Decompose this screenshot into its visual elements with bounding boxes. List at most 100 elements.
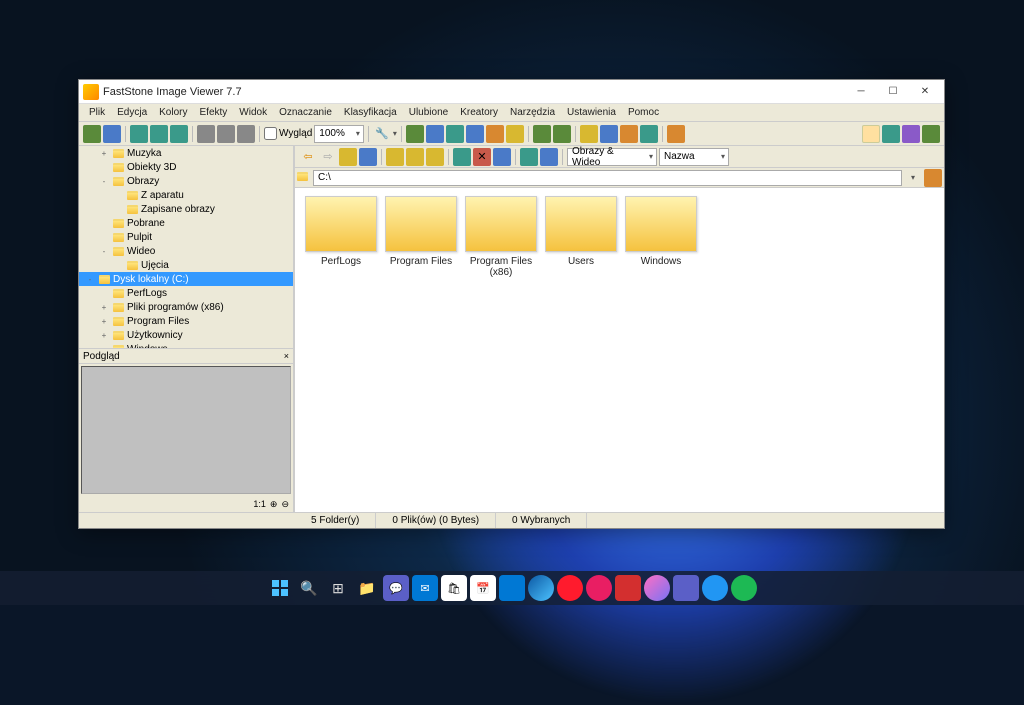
tree-node[interactable]: +Program Files — [79, 314, 293, 328]
tree-node[interactable]: Ujęcia — [79, 258, 293, 272]
tool9-icon[interactable] — [600, 125, 618, 143]
view-thumbnails-icon[interactable] — [862, 125, 880, 143]
zoom-out-icon[interactable]: ⊖ — [281, 499, 289, 510]
folder-item[interactable]: Windows — [623, 196, 699, 278]
tree-node[interactable]: -Dysk lokalny (C:) — [79, 272, 293, 286]
menu-klasyfikacja[interactable]: Klasyfikacja — [338, 105, 403, 120]
tree-expand-icon[interactable]: + — [99, 303, 109, 312]
start-button[interactable] — [267, 575, 293, 601]
tree-node[interactable]: +Muzyka — [79, 146, 293, 160]
tree-expand-icon[interactable]: - — [85, 275, 95, 284]
email-icon[interactable] — [580, 125, 598, 143]
folder-item[interactable]: PerfLogs — [303, 196, 379, 278]
file-grid[interactable]: PerfLogsProgram FilesProgram Files (x86)… — [295, 188, 944, 512]
zoom-dropdown[interactable]: 100% — [314, 125, 364, 143]
wrench-icon[interactable]: 🔧 — [373, 125, 391, 143]
menu-ulubione[interactable]: Ulubione — [403, 105, 454, 120]
slideshow-icon[interactable] — [406, 125, 424, 143]
undo-icon[interactable] — [197, 125, 215, 143]
folder-item[interactable]: Users — [543, 196, 619, 278]
save-icon[interactable] — [103, 125, 121, 143]
fullscreen-icon[interactable] — [922, 125, 940, 143]
mail-icon[interactable]: ✉ — [412, 575, 438, 601]
select2-icon[interactable] — [540, 148, 558, 166]
refresh-icon[interactable] — [453, 148, 471, 166]
delete-icon[interactable]: ✕ — [473, 148, 491, 166]
edge-icon[interactable] — [528, 575, 554, 601]
forward-icon[interactable]: ⇨ — [319, 148, 337, 166]
tree-node[interactable]: -Obrazy — [79, 174, 293, 188]
menu-efekty[interactable]: Efekty — [194, 105, 234, 120]
tree-node[interactable]: Obiekty 3D — [79, 160, 293, 174]
folder-item[interactable]: Program Files (x86) — [463, 196, 539, 278]
rotate-right-icon[interactable] — [553, 125, 571, 143]
opera-icon[interactable] — [557, 575, 583, 601]
paste-icon[interactable] — [150, 125, 168, 143]
view-list-icon[interactable] — [882, 125, 900, 143]
copy-icon[interactable] — [130, 125, 148, 143]
spotify-icon[interactable] — [731, 575, 757, 601]
tool5-icon[interactable] — [486, 125, 504, 143]
taskbar[interactable]: 🔍 ⊞ 📁 💬 ✉ 🛍 📅 — [0, 571, 1024, 605]
minimize-button[interactable]: ─ — [846, 82, 876, 102]
redo-icon[interactable] — [217, 125, 235, 143]
menu-kolory[interactable]: Kolory — [153, 105, 193, 120]
tree-expand-icon[interactable]: + — [99, 317, 109, 326]
folder-tree[interactable]: +MuzykaObiekty 3D-ObrazyZ aparatuZapisan… — [79, 146, 293, 348]
tree-expand-icon[interactable]: + — [99, 149, 109, 158]
compare-icon[interactable] — [426, 125, 444, 143]
sort-dropdown[interactable]: Nazwa — [659, 148, 729, 166]
tree-expand-icon[interactable]: - — [99, 177, 109, 186]
app-red-icon[interactable] — [615, 575, 641, 601]
menu-ustawienia[interactable]: Ustawienia — [561, 105, 622, 120]
print-icon[interactable] — [237, 125, 255, 143]
tool10-icon[interactable] — [620, 125, 638, 143]
preview-area[interactable] — [81, 366, 291, 494]
fav-icon[interactable] — [386, 148, 404, 166]
tree-node[interactable]: Pobrane — [79, 216, 293, 230]
titlebar[interactable]: FastStone Image Viewer 7.7 ─ ☐ ✕ — [79, 80, 944, 104]
tool3-icon[interactable] — [446, 125, 464, 143]
calendar-app-icon[interactable]: 📅 — [470, 575, 496, 601]
photos-icon[interactable] — [499, 575, 525, 601]
cut-icon[interactable] — [170, 125, 188, 143]
teams-icon[interactable] — [673, 575, 699, 601]
app-blue-icon[interactable] — [702, 575, 728, 601]
app-pink-icon[interactable] — [586, 575, 612, 601]
menu-narzedzia[interactable]: Narzędzia — [504, 105, 561, 120]
store-icon[interactable]: 🛍 — [441, 575, 467, 601]
back-icon[interactable]: ⇦ — [299, 148, 317, 166]
view-details-icon[interactable] — [902, 125, 920, 143]
settings-icon[interactable] — [667, 125, 685, 143]
fav2-icon[interactable] — [406, 148, 424, 166]
up-icon[interactable] — [339, 148, 357, 166]
menu-oznaczanie[interactable]: Oznaczanie — [273, 105, 338, 120]
messenger-icon[interactable] — [644, 575, 670, 601]
address-input[interactable] — [313, 170, 902, 186]
rotate-left-icon[interactable] — [533, 125, 551, 143]
tree-node[interactable]: +Użytkownicy — [79, 328, 293, 342]
explorer-icon[interactable]: 📁 — [354, 575, 380, 601]
select-icon[interactable] — [520, 148, 538, 166]
search-icon[interactable]: 🔍 — [296, 575, 322, 601]
tool4-icon[interactable] — [466, 125, 484, 143]
menu-pomoc[interactable]: Pomoc — [622, 105, 665, 120]
chat-icon[interactable]: 💬 — [383, 575, 409, 601]
fav3-icon[interactable] — [426, 148, 444, 166]
tree-node[interactable]: -Wideo — [79, 244, 293, 258]
menu-kreatory[interactable]: Kreatory — [454, 105, 504, 120]
maximize-button[interactable]: ☐ — [878, 82, 908, 102]
tree-node[interactable]: Z aparatu — [79, 188, 293, 202]
skin-checkbox[interactable] — [264, 127, 277, 140]
tree-expand-icon[interactable]: + — [99, 331, 109, 340]
filter-dropdown[interactable]: Obrazy & Wideo — [567, 148, 657, 166]
history-dropdown-icon[interactable]: ▾ — [904, 169, 922, 187]
menu-edycja[interactable]: Edycja — [111, 105, 153, 120]
tree-expand-icon[interactable]: - — [99, 247, 109, 256]
tool6-icon[interactable] — [506, 125, 524, 143]
props-icon[interactable] — [493, 148, 511, 166]
close-button[interactable]: ✕ — [910, 82, 940, 102]
tree-node[interactable]: PerfLogs — [79, 286, 293, 300]
folder-item[interactable]: Program Files — [383, 196, 459, 278]
home-icon[interactable] — [359, 148, 377, 166]
